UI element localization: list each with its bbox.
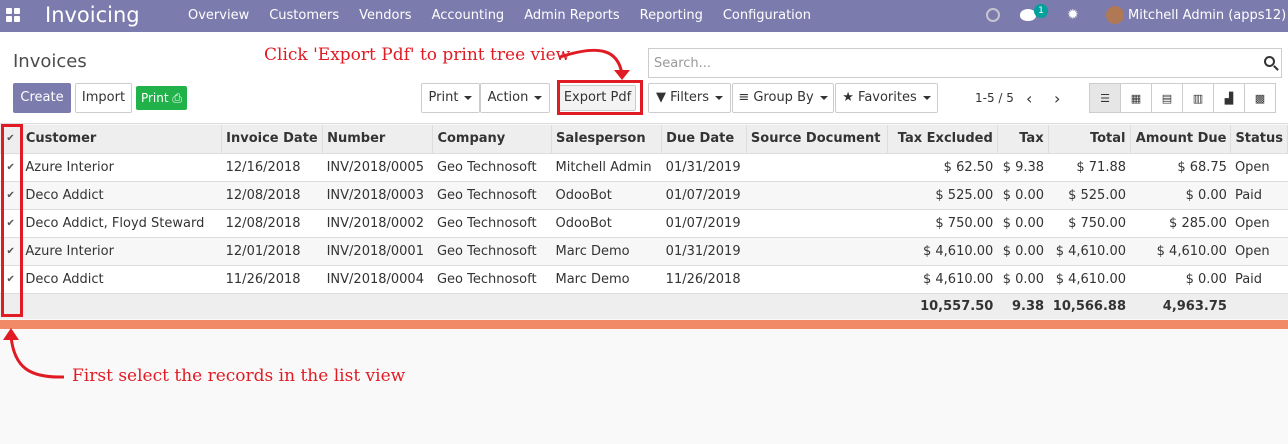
arrow-to-export-icon: [559, 48, 624, 75]
arrow-head-icon: [614, 70, 630, 80]
annotation-arrows: [3, 48, 630, 379]
arrow-head-icon: [3, 328, 19, 340]
arrow-to-checkbox-icon: [9, 335, 65, 379]
